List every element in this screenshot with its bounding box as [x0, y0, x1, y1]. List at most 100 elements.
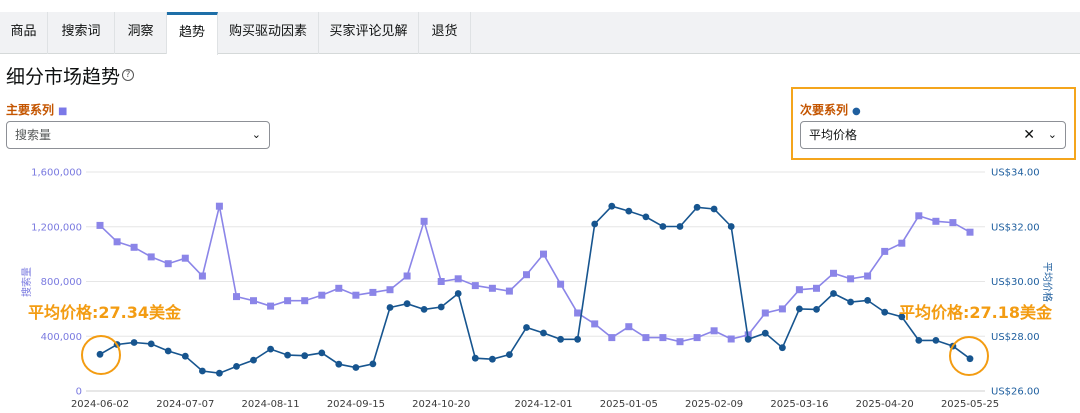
data-point — [164, 347, 172, 355]
chevron-down-icon: ⌄ — [251, 128, 261, 141]
tab-review-insights[interactable]: 买家评论见解 — [319, 12, 419, 54]
data-point — [489, 355, 496, 363]
data-point — [659, 223, 667, 230]
data-point — [813, 306, 820, 313]
tab-products[interactable]: 商品 — [0, 12, 48, 54]
data-point — [454, 275, 462, 283]
x-tick-label: 2024-09-15 — [327, 399, 385, 410]
tab-insights[interactable]: 洞察 — [115, 12, 167, 54]
primary-series-value: 搜索量 — [15, 128, 52, 142]
data-point — [608, 202, 616, 210]
data-point — [471, 282, 479, 290]
data-point — [591, 220, 599, 228]
data-point — [505, 287, 513, 295]
tab-purchase-drivers[interactable]: 购买驱动因素 — [218, 12, 319, 54]
data-point — [608, 334, 616, 342]
data-point — [778, 305, 786, 313]
tab-label: 买家评论见解 — [329, 24, 408, 39]
data-point — [557, 280, 565, 288]
data-point — [898, 239, 906, 247]
x-tick-label: 2025-01-05 — [600, 399, 658, 410]
data-point — [591, 320, 599, 328]
page-title-text: 细分市场趋势 — [6, 66, 121, 88]
primary-series-label-text: 主要系列 — [6, 103, 55, 117]
data-point — [420, 306, 428, 313]
data-point — [642, 334, 650, 342]
data-point — [796, 305, 803, 313]
data-point — [693, 203, 701, 211]
data-point — [386, 286, 394, 294]
y-tick-left: 0 — [76, 387, 82, 398]
data-point — [949, 219, 957, 227]
data-point — [574, 335, 581, 343]
data-point — [164, 260, 172, 268]
tab-label: 趋势 — [178, 25, 205, 40]
chevron-down-icon[interactable]: ⌄ — [1048, 122, 1057, 148]
tab-trends[interactable]: 趋势 — [167, 12, 218, 55]
data-point — [523, 324, 530, 331]
y-tick-right: US$28.00 — [991, 332, 1040, 343]
y-tick-right: US$34.00 — [991, 168, 1040, 179]
data-point — [761, 329, 769, 337]
x-tick-label: 2025-05-25 — [941, 399, 999, 410]
data-point — [335, 360, 343, 368]
data-point — [761, 309, 769, 317]
data-point — [915, 212, 923, 220]
data-point — [693, 334, 701, 342]
data-point — [130, 339, 138, 346]
tab-label: 搜索词 — [61, 24, 101, 39]
data-point — [881, 308, 889, 316]
x-tick-label: 2025-04-20 — [856, 399, 914, 410]
data-point — [233, 293, 240, 301]
data-point — [847, 275, 855, 283]
y-tick-right: US$26.00 — [991, 387, 1040, 398]
trend-chart: 0 400,000 800,000 1,200,000 1,600,000 US$26.… — [20, 168, 1054, 411]
data-point — [574, 309, 582, 317]
tab-returns[interactable]: 退货 — [419, 12, 471, 54]
x-tick-label: 2024-07-07 — [156, 399, 214, 410]
data-point — [506, 351, 513, 358]
data-point — [915, 337, 923, 344]
y-axis-left-title: 搜索量 — [20, 267, 33, 297]
data-point — [284, 351, 291, 359]
data-point — [795, 286, 803, 294]
data-point — [301, 352, 309, 360]
data-point — [233, 363, 240, 370]
data-point — [96, 221, 104, 229]
y-tick-left: 1,200,000 — [31, 222, 82, 233]
data-point — [471, 354, 479, 362]
data-point — [642, 213, 650, 221]
data-point — [403, 300, 411, 308]
data-point — [437, 303, 445, 311]
data-point — [454, 290, 462, 297]
circle-marker-icon: ● — [852, 106, 861, 117]
data-point — [676, 223, 684, 230]
secondary-series-select[interactable]: 平均价格 ✕ ⌄ — [800, 121, 1066, 149]
data-point — [625, 323, 633, 331]
data-point — [676, 338, 684, 346]
close-icon[interactable]: ✕ — [1023, 122, 1035, 148]
data-point — [813, 284, 820, 292]
data-point — [420, 217, 428, 225]
data-point — [540, 250, 547, 258]
data-point — [966, 228, 974, 236]
data-point — [267, 302, 275, 310]
secondary-series-value: 平均价格 — [809, 128, 858, 142]
data-point — [864, 297, 871, 304]
y-tick-left: 800,000 — [41, 277, 82, 288]
square-marker-icon: ■ — [58, 106, 68, 117]
primary-series-select[interactable]: 搜索量 ⌄ — [6, 121, 270, 149]
data-point — [881, 247, 889, 255]
tab-label: 商品 — [10, 24, 37, 39]
page-title: 细分市场趋势? — [6, 62, 135, 89]
x-tick-label: 2025-03-16 — [770, 399, 828, 410]
tab-search-terms[interactable]: 搜索词 — [48, 12, 115, 54]
help-icon[interactable]: ? — [122, 69, 135, 81]
data-point — [250, 297, 257, 305]
data-point — [710, 327, 718, 335]
data-point — [301, 297, 309, 305]
data-point — [130, 243, 138, 251]
data-point — [540, 329, 547, 337]
data-point — [864, 272, 872, 280]
data-point — [335, 284, 343, 292]
